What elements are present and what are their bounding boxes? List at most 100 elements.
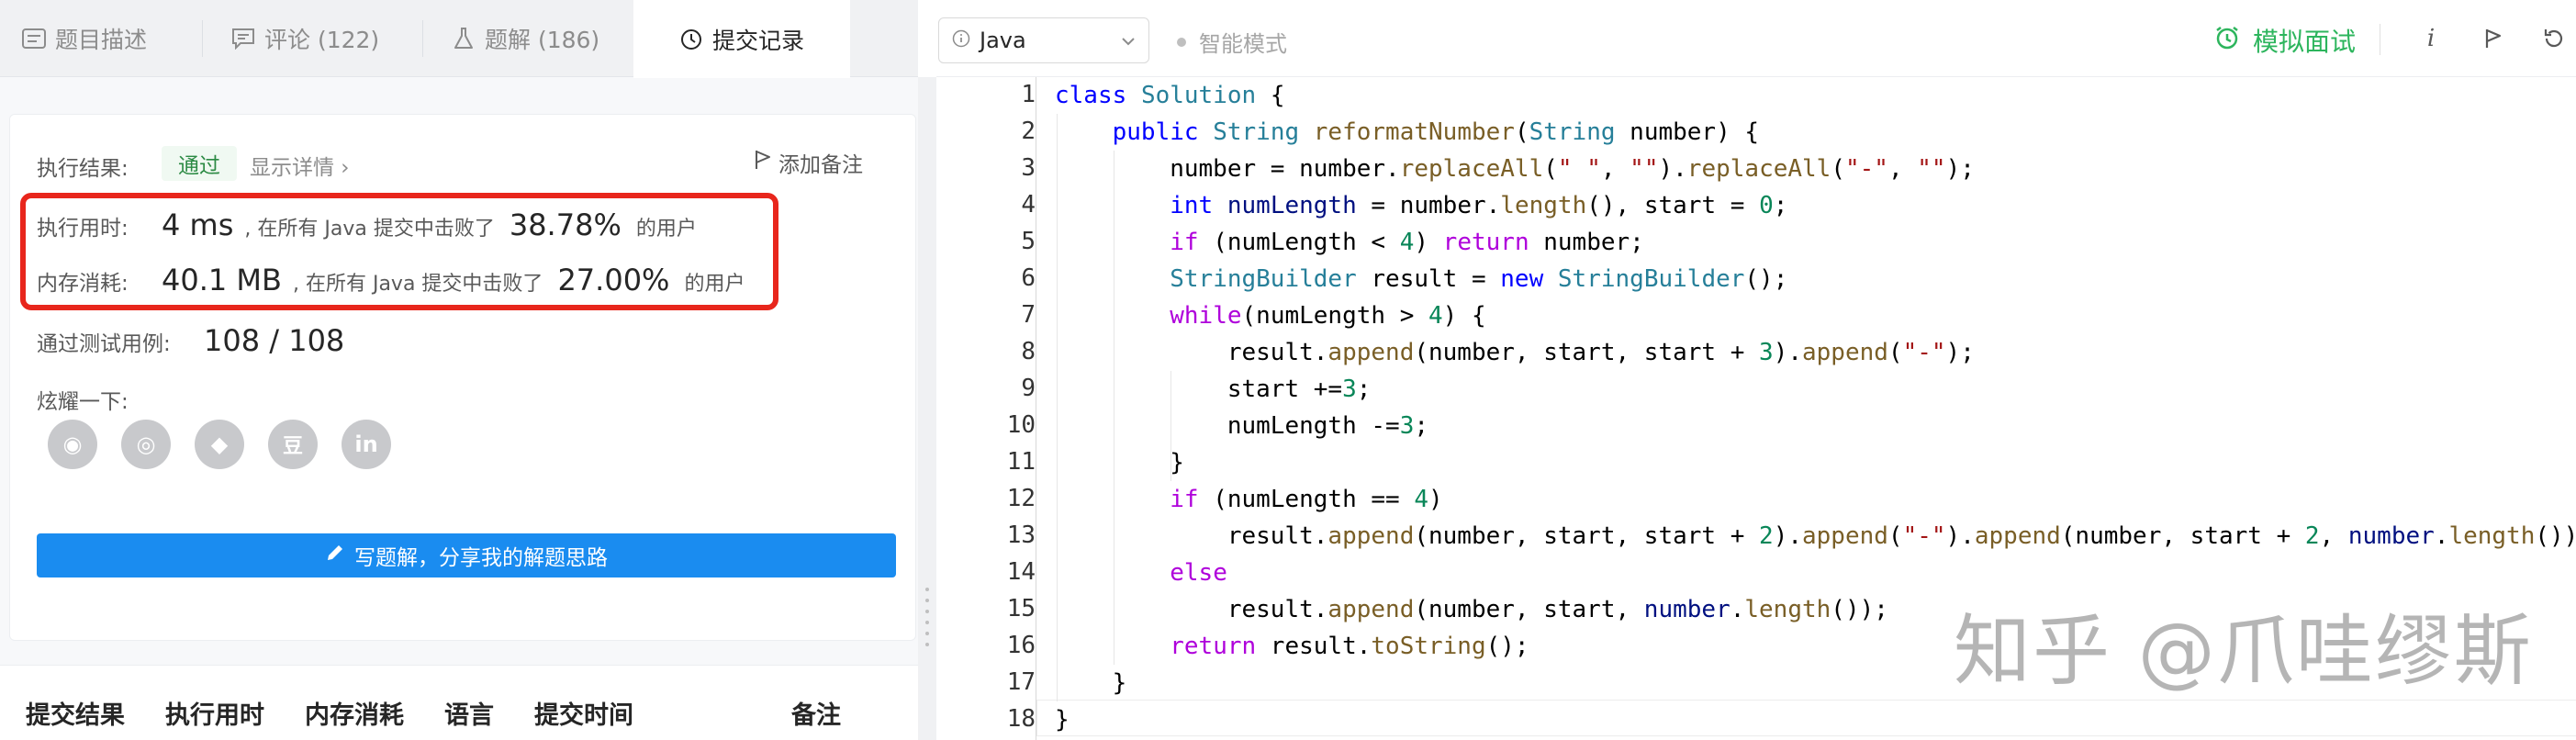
write-solution-button[interactable]: 写题解，分享我的解题思路 [37, 533, 896, 577]
line-number: 3 [1021, 154, 1036, 182]
line-number: 15 [1006, 595, 1036, 622]
column-header: 提交结果 [26, 701, 125, 730]
info-icon[interactable]: i [2414, 22, 2447, 55]
clock-icon [679, 28, 703, 51]
line-number: 14 [1006, 558, 1036, 586]
column-header: 执行用时 [165, 701, 264, 730]
weibo-icon[interactable]: ◎ [121, 420, 171, 469]
smart-mode-toggle[interactable]: 智能模式 [1177, 26, 1287, 58]
grip-dot [925, 610, 929, 613]
tab-solutions[interactable]: 题解 (186) [452, 0, 599, 77]
wechat-glyph: ◉ [62, 432, 83, 457]
line-number: 16 [1006, 632, 1036, 659]
status-badge: 通过 [162, 146, 237, 181]
tab-divider [202, 20, 203, 57]
share-label: 炫耀一下: [37, 390, 129, 414]
chevron-down-icon [1121, 31, 1136, 50]
code-line: result.append(number, start, number.leng… [1055, 596, 1888, 623]
editor-panel: Java 智能模式 模拟面试 i 1 2 3 4 5 6 7 8 9 10 11… [936, 0, 2576, 740]
grip-dot [925, 643, 929, 646]
alarm-clock-icon [2214, 25, 2240, 57]
language-value: Java [980, 28, 1026, 53]
column-header: 内存消耗 [305, 701, 404, 730]
grip-dot [925, 588, 929, 591]
tab-solutions-label: 题解 (186) [485, 27, 600, 53]
douban-icon[interactable]: 豆 [268, 420, 318, 469]
code-line: } [1055, 449, 1184, 477]
show-details-link[interactable]: 显示详情 › [250, 150, 350, 181]
line-number: 12 [1006, 485, 1036, 512]
column-header: 语言 [444, 701, 494, 730]
code-line: int numLength = number.length(), start =… [1170, 192, 1788, 219]
mock-interview-button[interactable]: 模拟面试 [2214, 22, 2356, 59]
qq-glyph: ◆ [210, 432, 229, 457]
weibo-glyph: ◎ [136, 432, 156, 457]
code-line: return result.toString(); [1170, 633, 1529, 660]
flask-icon [452, 27, 476, 50]
tab-description-label: 题目描述 [55, 27, 148, 53]
line-number: 5 [1021, 228, 1036, 255]
tab-submissions[interactable]: 提交记录 [633, 0, 850, 78]
tab-description[interactable]: 题目描述 [22, 0, 147, 77]
smart-mode-label: 智能模式 [1199, 31, 1287, 57]
editor-toolbar: Java 智能模式 模拟面试 i [936, 0, 2576, 77]
code-line: number = number.replaceAll(" ", "").repl… [1055, 155, 1975, 183]
highlight-box [20, 193, 778, 310]
add-note-label: 添加备注 [778, 153, 863, 177]
write-solution-label: 写题解，分享我的解题思路 [354, 546, 608, 570]
code-line: StringBuilder result = new StringBuilder… [1170, 265, 1788, 293]
tab-comments[interactable]: 评论 (122) [231, 0, 379, 77]
code-line: } [1055, 706, 1070, 734]
testcases-row: 通过测试用例: 108 / 108 [37, 323, 344, 358]
line-number: 4 [1021, 191, 1036, 219]
testcases-label: 通过测试用例: [37, 332, 171, 356]
column-header: 提交时间 [534, 701, 633, 730]
code-line: } [1055, 669, 1127, 697]
line-number: 10 [1006, 411, 1036, 439]
linkedin-glyph: in [354, 432, 378, 457]
result-label: 执行结果: [37, 157, 129, 181]
flag-icon [755, 150, 771, 175]
current-line-highlight [1036, 700, 2576, 736]
info-glyph: i [2426, 25, 2436, 52]
dot-icon [1177, 37, 1186, 47]
run-flag-icon[interactable] [2477, 22, 2510, 55]
testcases-value: 108 / 108 [204, 323, 345, 358]
code-line: numLength -=3; [1055, 412, 1428, 440]
watermark-text: 知乎 @爪哇缪斯 [1954, 606, 2533, 696]
line-number-gutter: 1 2 3 4 5 6 7 8 9 10 11 12 13 14 15 16 1… [936, 77, 1036, 740]
douban-glyph: 豆 [282, 435, 303, 458]
line-number: 1 [1021, 81, 1036, 108]
line-number: 17 [1006, 668, 1036, 696]
panel-resize-handle[interactable] [918, 77, 936, 740]
grip-dot [925, 632, 929, 635]
tab-divider [422, 20, 423, 57]
submissions-table-header: 提交结果 执行用时 内存消耗 语言 提交时间 备注 [0, 665, 918, 740]
code-line: start +=3; [1055, 376, 1372, 403]
tab-submissions-label: 提交记录 [711, 27, 804, 54]
code-line: if (numLength == 4) [1170, 486, 1443, 513]
line-number: 13 [1006, 521, 1036, 549]
grip-dot [925, 599, 929, 602]
add-note-button[interactable]: 添加备注 [755, 147, 863, 178]
code-line: result.append(number, start, start + 3).… [1055, 339, 1975, 366]
code-line: if (numLength < 4) return number; [1170, 229, 1644, 256]
linkedin-icon[interactable]: in [342, 420, 391, 469]
reset-icon[interactable] [2537, 22, 2570, 55]
wechat-icon[interactable]: ◉ [48, 420, 97, 469]
info-circle-icon [952, 28, 970, 53]
language-select[interactable]: Java [938, 17, 1149, 63]
tab-comments-label: 评论 (122) [264, 27, 380, 53]
line-number: 9 [1021, 375, 1036, 402]
code-line: result.append(number, start, start + 2).… [1055, 522, 2576, 550]
comment-icon [231, 27, 255, 50]
tab-bar: 题目描述 评论 (122) 题解 (186) 提交记录 [0, 0, 918, 78]
line-number: 18 [1006, 705, 1036, 733]
grip-dot [925, 621, 929, 624]
qq-icon[interactable]: ◆ [195, 420, 244, 469]
left-panel: 题目描述 评论 (122) 题解 (186) 提交记录 执行结果: 通过 显示详… [0, 0, 918, 740]
line-number: 8 [1021, 338, 1036, 365]
code-line: public String reformatNumber(String numb… [1112, 118, 1760, 146]
code-line: else [1170, 559, 1227, 587]
description-icon [22, 27, 46, 50]
